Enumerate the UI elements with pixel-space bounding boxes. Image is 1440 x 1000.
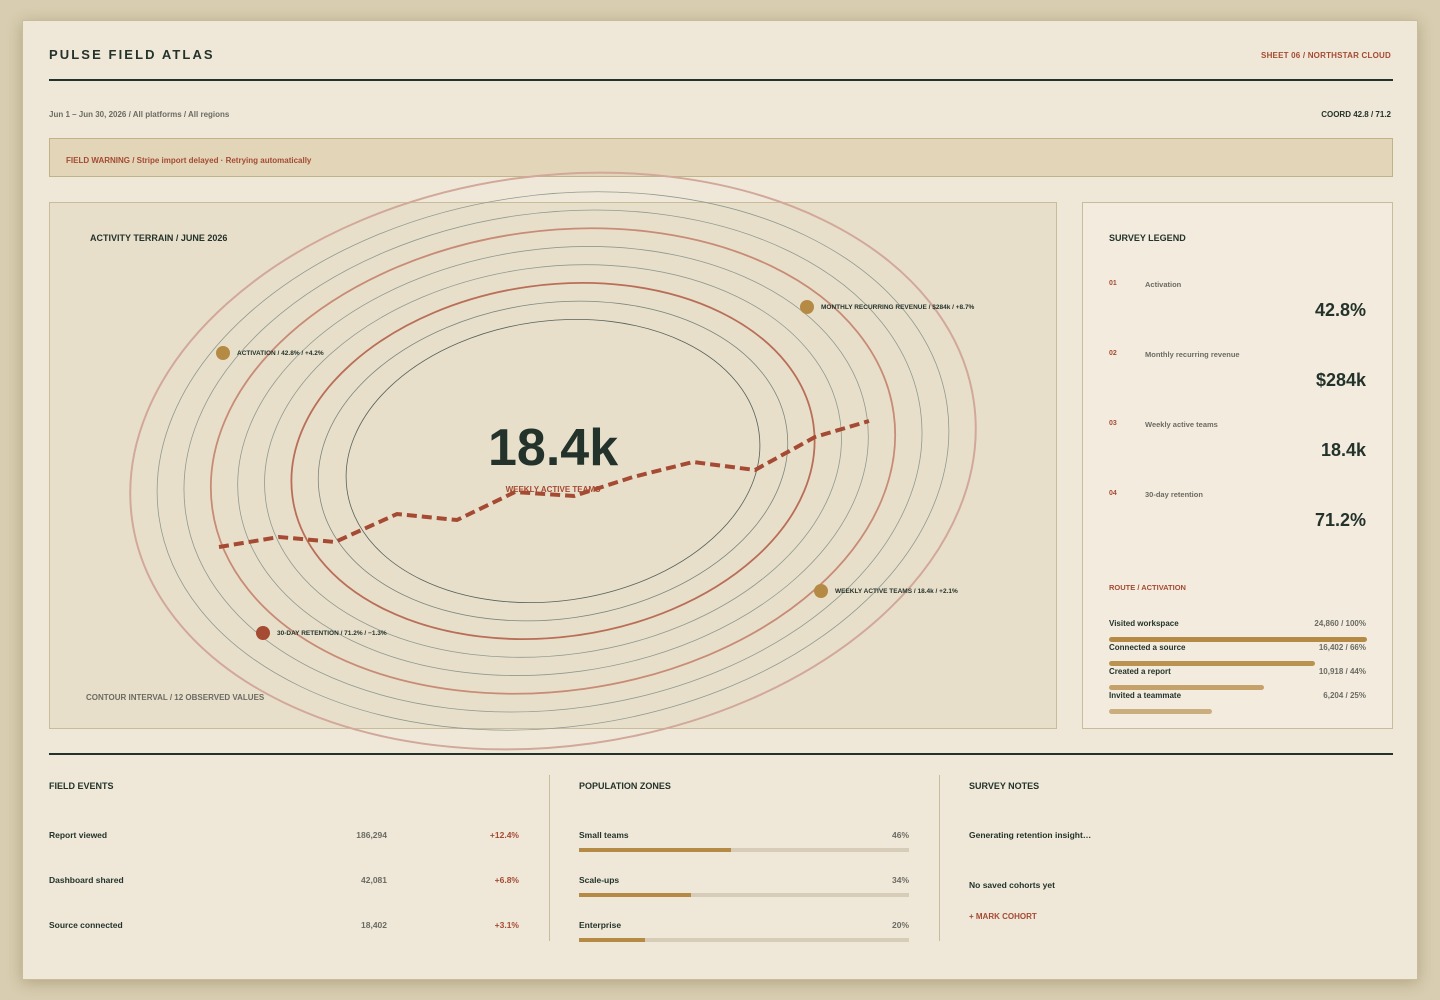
event-name: Report viewed bbox=[49, 830, 108, 840]
zone-name: Enterprise bbox=[579, 920, 622, 930]
route-step-name: Visited workspace bbox=[1109, 619, 1179, 628]
mark-cohort-button[interactable]: + MARK COHORT bbox=[969, 912, 1037, 921]
zone-percent: 46% bbox=[891, 830, 909, 840]
event-count: 42,081 bbox=[361, 875, 387, 885]
retention-insight-loading: Generating retention insight… bbox=[969, 830, 1092, 840]
app-title: PULSE FIELD ATLAS bbox=[49, 47, 215, 62]
route-step-name: Invited a teammate bbox=[1109, 691, 1182, 700]
marker-activation-label: ACTIVATION / 42.8% / +4.2% bbox=[237, 350, 324, 357]
terrain-center-label: WEEKLY ACTIVE TEAMS bbox=[505, 485, 601, 494]
route-step-bar bbox=[1109, 709, 1213, 714]
column-divider bbox=[939, 775, 940, 941]
terrain-title: ACTIVITY TERRAIN / JUNE 2026 bbox=[90, 233, 228, 243]
legend-item-name[interactable]: Weekly active teams bbox=[1145, 420, 1218, 429]
marker-activation[interactable] bbox=[216, 346, 230, 360]
route-step-value: 16,402 / 66% bbox=[1318, 643, 1366, 652]
route-step-name: Connected a source bbox=[1109, 643, 1186, 652]
event-count: 186,294 bbox=[356, 830, 387, 840]
population-zones-title: POPULATION ZONES bbox=[579, 781, 671, 791]
column-divider bbox=[549, 775, 550, 941]
route-step-name: Created a report bbox=[1109, 667, 1171, 676]
route-step-value: 10,918 / 44% bbox=[1318, 667, 1366, 676]
zone-name: Small teams bbox=[579, 830, 629, 840]
legend-item-value: 71.2% bbox=[1314, 510, 1366, 530]
zone-bar-track bbox=[579, 938, 909, 942]
section-divider bbox=[49, 753, 1393, 755]
marker-weekly-active-teams[interactable] bbox=[814, 584, 828, 598]
event-name: Dashboard shared bbox=[49, 875, 124, 885]
zone-percent: 20% bbox=[891, 920, 909, 930]
zone-name: Scale-ups bbox=[579, 875, 620, 885]
legend-item-number: 04 bbox=[1109, 490, 1117, 497]
contour-interval-note: CONTOUR INTERVAL / 12 OBSERVED VALUES bbox=[86, 693, 265, 702]
marker-retention[interactable] bbox=[256, 626, 270, 640]
event-count: 18,402 bbox=[361, 920, 387, 930]
route-step-value: 24,860 / 100% bbox=[1314, 619, 1366, 628]
zone-bar-fill bbox=[579, 938, 645, 942]
terrain-center-value: 18.4k bbox=[488, 419, 619, 477]
field-warning-banner: FIELD WARNING / Stripe import delayed · … bbox=[49, 138, 1393, 177]
field-events-title: FIELD EVENTS bbox=[49, 781, 114, 791]
zone-bar-fill bbox=[579, 848, 731, 852]
legend-item-number: 03 bbox=[1109, 420, 1117, 427]
sheet-id[interactable]: SHEET 06 / NORTHSTAR CLOUD bbox=[1261, 51, 1391, 60]
legend-item-name[interactable]: 30-day retention bbox=[1145, 490, 1203, 499]
marker-weekly-active-teams-label: WEEKLY ACTIVE TEAMS / 18.4k / +2.1% bbox=[835, 588, 958, 595]
survey-legend-panel: SURVEY LEGEND 01 Activation 42.8% 02 Mon… bbox=[1082, 202, 1393, 729]
marker-retention-label: 30-DAY RETENTION / 71.2% / −1.3% bbox=[277, 630, 387, 637]
legend-item-value: 18.4k bbox=[1320, 440, 1366, 460]
route-step-value: 6,204 / 25% bbox=[1323, 691, 1366, 700]
header-divider bbox=[49, 79, 1393, 81]
legend-item-name[interactable]: Activation bbox=[1145, 280, 1181, 289]
event-delta: +12.4% bbox=[489, 830, 519, 840]
route-title: ROUTE / ACTIVATION bbox=[1109, 583, 1186, 592]
route-step-bar bbox=[1109, 637, 1367, 642]
zone-bar-fill bbox=[579, 893, 692, 897]
survey-notes-title: SURVEY NOTES bbox=[969, 781, 1040, 791]
marker-mrr-label: MONTHLY RECURRING REVENUE / $284k / +8.7… bbox=[821, 304, 975, 311]
route-step-bar bbox=[1109, 661, 1316, 666]
saved-cohorts-empty: No saved cohorts yet bbox=[969, 880, 1055, 890]
legend-item-number: 01 bbox=[1109, 280, 1117, 287]
event-delta: +6.8% bbox=[494, 875, 519, 885]
atlas-sheet: PULSE FIELD ATLAS SHEET 06 / NORTHSTAR C… bbox=[22, 20, 1418, 980]
legend-item-name[interactable]: Monthly recurring revenue bbox=[1145, 350, 1240, 359]
legend-item-value: $284k bbox=[1315, 370, 1366, 390]
field-warning-text: FIELD WARNING / Stripe import delayed · … bbox=[66, 156, 312, 165]
zone-bar-track bbox=[579, 893, 909, 897]
legend-title: SURVEY LEGEND bbox=[1109, 233, 1186, 243]
date-range-filter[interactable]: Jun 1 – Jun 30, 2026 / All platforms / A… bbox=[49, 110, 229, 119]
marker-mrr[interactable] bbox=[800, 300, 814, 314]
legend-item-value: 42.8% bbox=[1314, 300, 1366, 320]
event-name: Source connected bbox=[49, 920, 123, 930]
route-step-bar bbox=[1109, 685, 1264, 690]
event-delta: +3.1% bbox=[494, 920, 519, 930]
zone-percent: 34% bbox=[891, 875, 909, 885]
coord-readout: COORD 42.8 / 71.2 bbox=[1321, 110, 1391, 119]
legend-item-number: 02 bbox=[1109, 350, 1117, 357]
zone-bar-track bbox=[579, 848, 909, 852]
